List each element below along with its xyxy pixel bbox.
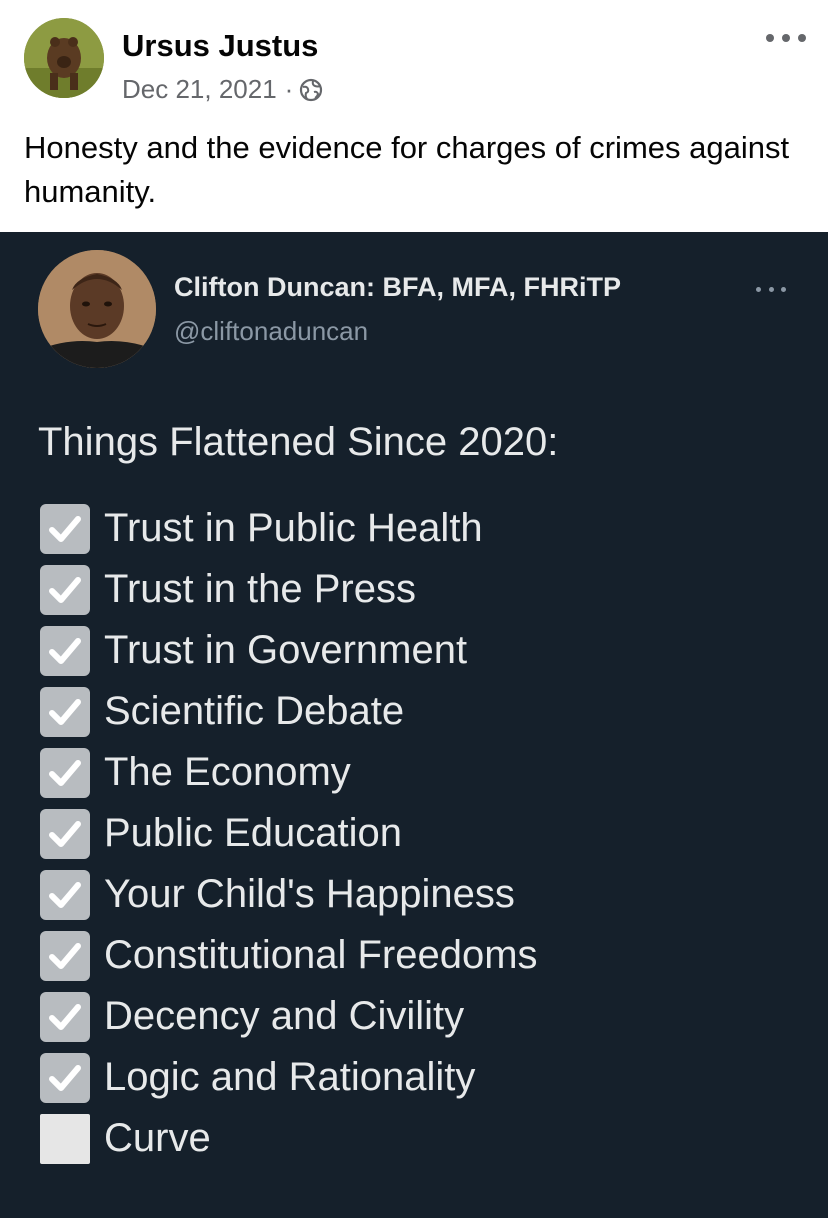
checkbox-checked-icon (40, 686, 90, 737)
checkbox-checked-icon (40, 747, 90, 798)
post-meta: Dec 21, 2021 · (122, 74, 323, 105)
checklist-item-label: Scientific Debate (104, 689, 405, 733)
post-caption: Honesty and the evidence for charges of … (24, 130, 790, 209)
checklist-item: Trust in Government (40, 620, 538, 681)
checklist-item-label: Curve (104, 1116, 211, 1160)
checkbox-checked-icon (40, 991, 90, 1042)
tweet-handle: @cliftonaduncan (174, 316, 369, 346)
tweet-heading: Things Flattened Since 2020: (38, 420, 559, 464)
dot-icon (782, 34, 790, 42)
dot-icon (781, 286, 786, 292)
dot-icon (798, 34, 806, 42)
checklist-item: The Economy (40, 742, 538, 803)
checklist-item: Trust in the Press (40, 559, 538, 620)
checklist-item: Decency and Civility (40, 986, 538, 1047)
checkbox-checked-icon (40, 930, 90, 981)
checklist-item-label: Constitutional Freedoms (104, 933, 538, 977)
flattened-checklist: Trust in Public Health Trust in the Press… (40, 498, 538, 1169)
meta-separator: · (284, 74, 294, 104)
checkbox-checked-icon (40, 808, 90, 859)
dot-icon (756, 286, 761, 292)
tweet-author-avatar (38, 250, 156, 368)
dot-icon (768, 286, 774, 292)
more-options-button[interactable] (766, 22, 806, 54)
dot-icon (766, 34, 774, 42)
checkbox-checked-icon (40, 625, 90, 676)
checklist-item-label: Public Education (104, 811, 402, 855)
checklist-item: Curve (40, 1108, 538, 1169)
checkbox-checked-icon (40, 869, 90, 920)
checklist-item-label: Trust in the Press (104, 567, 416, 611)
checklist-item: Logic and Rationality (40, 1047, 538, 1108)
checklist-item: Scientific Debate (40, 681, 538, 742)
checklist-item: Your Child's Happiness (40, 864, 538, 925)
tweet-display-name: Clifton Duncan: BFA, MFA, FHRiTP (174, 272, 621, 302)
globe-icon (299, 78, 323, 102)
author-name[interactable]: Ursus Justus (122, 28, 318, 64)
tweet-more-icon (756, 284, 786, 294)
checklist-item-label: Logic and Rationality (104, 1055, 476, 1099)
checklist-item-label: Trust in Government (104, 628, 468, 672)
checkbox-empty-icon (40, 1113, 90, 1164)
checkbox-checked-icon (40, 1052, 90, 1103)
checklist-item-label: Trust in Public Health (104, 506, 483, 550)
post-date[interactable]: Dec 21, 2021 (122, 74, 277, 105)
checklist-item-label: The Economy (104, 750, 351, 794)
author-avatar[interactable] (24, 18, 104, 98)
checklist-item: Trust in Public Health (40, 498, 538, 559)
checklist-item-label: Your Child's Happiness (104, 872, 515, 916)
checklist-item: Public Education (40, 803, 538, 864)
checklist-item-label: Decency and Civility (104, 994, 465, 1038)
checklist-item: Constitutional Freedoms (40, 925, 538, 986)
checkbox-checked-icon (40, 503, 90, 554)
tweet-screenshot-image[interactable]: Clifton Duncan: BFA, MFA, FHRiTP @clifto… (0, 232, 828, 1218)
facebook-post-header: Ursus Justus Dec 21, 2021 · Honesty and … (0, 0, 828, 232)
checkbox-checked-icon (40, 564, 90, 615)
